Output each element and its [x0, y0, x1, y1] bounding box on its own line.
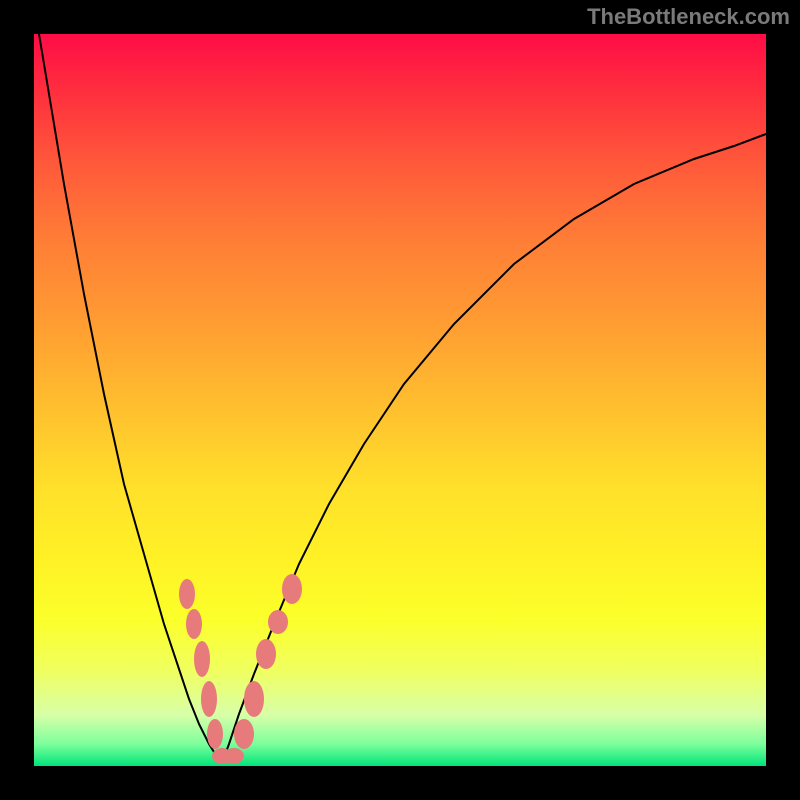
data-marker: [186, 609, 202, 639]
data-marker: [234, 719, 254, 749]
data-marker: [224, 748, 244, 764]
plot-gradient-background: [34, 34, 766, 766]
data-marker: [282, 574, 302, 604]
data-marker: [194, 641, 210, 677]
data-marker: [256, 639, 276, 669]
data-marker: [179, 579, 195, 609]
chart-svg: [34, 34, 766, 766]
chart-frame: TheBottleneck.com: [0, 0, 800, 800]
data-marker: [244, 681, 264, 717]
bottleneck-curve-right: [222, 134, 766, 763]
data-marker: [207, 719, 223, 749]
watermark-text: TheBottleneck.com: [587, 4, 790, 30]
data-marker: [268, 610, 288, 634]
bottleneck-curve-left: [34, 34, 222, 763]
data-marker: [201, 681, 217, 717]
